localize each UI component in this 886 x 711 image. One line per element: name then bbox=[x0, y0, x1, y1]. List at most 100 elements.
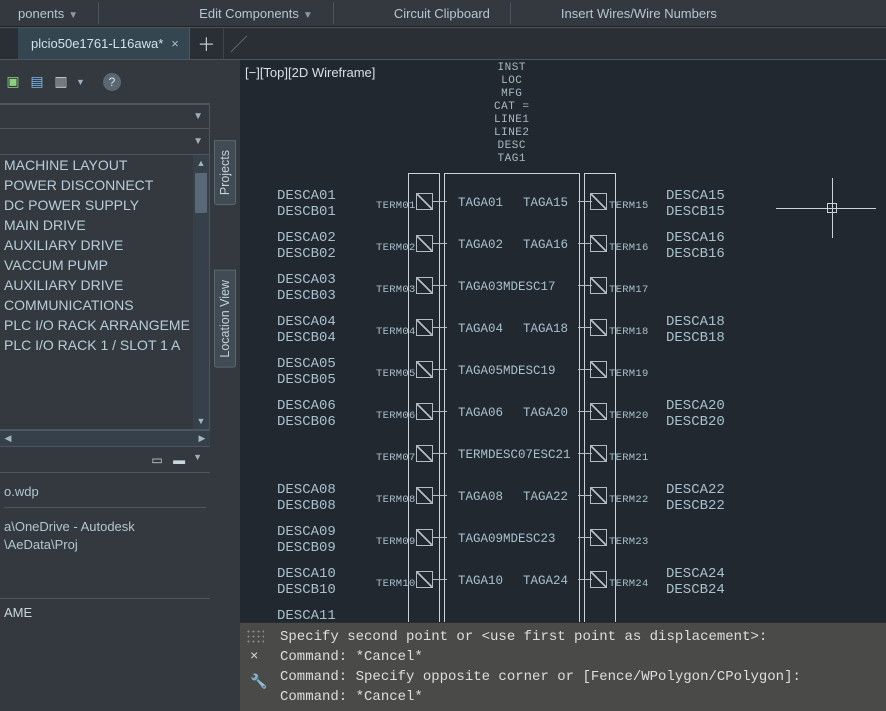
scroll-thumb[interactable] bbox=[195, 173, 207, 213]
chevron-down-icon: ▼ bbox=[303, 10, 313, 21]
scroll-left-icon[interactable]: ◀ bbox=[0, 431, 16, 446]
terminal-label-left: TERM07 bbox=[376, 452, 416, 464]
chevron-down-icon[interactable]: ▼ bbox=[193, 452, 202, 468]
tree-item[interactable]: AUXILIARY DRIVE bbox=[0, 235, 193, 255]
new-tab-button[interactable]: ＋ bbox=[190, 28, 224, 59]
chevron-down-icon[interactable]: ▼ bbox=[76, 77, 85, 87]
help-icon[interactable]: ? bbox=[103, 73, 121, 91]
tool-icon[interactable]: ▤ bbox=[28, 73, 46, 91]
ribbon-tab-components[interactable]: ponents▼ bbox=[0, 1, 96, 26]
cursor-crosshair bbox=[776, 178, 876, 238]
terminal-label-right: TERM24 bbox=[609, 578, 649, 590]
tool-icon[interactable]: ▥ bbox=[52, 73, 70, 91]
ribbon-tab-circuit-clipboard[interactable]: Circuit Clipboard bbox=[376, 1, 508, 26]
pin-line bbox=[578, 243, 592, 244]
palette-footer-toolbar: ▭ ▬ ▼ bbox=[0, 446, 210, 472]
terminal-label-left: TERM02 bbox=[376, 242, 416, 254]
file-icon[interactable]: ▭ bbox=[149, 452, 165, 468]
terminal-label-right: TERM19 bbox=[609, 368, 649, 380]
desc-right: DESCA15DESCB15 bbox=[666, 188, 725, 220]
tree-item[interactable]: MAIN DRIVE bbox=[0, 215, 193, 235]
desc-left: DESCA08DESCB08 bbox=[277, 482, 336, 514]
chevron-down-icon: ▼ bbox=[193, 136, 203, 147]
tree-item[interactable]: COMMUNICATIONS bbox=[0, 295, 193, 315]
wrench-icon[interactable]: 🔧 bbox=[250, 673, 267, 693]
pin-line bbox=[578, 327, 592, 328]
divider bbox=[333, 2, 334, 24]
project-selector[interactable]: ▼ bbox=[0, 104, 210, 129]
tag-label-right: TAGA18 bbox=[523, 322, 568, 336]
document-tab[interactable]: plcio50e1761-L16awa* × bbox=[18, 28, 190, 59]
terminal-icon bbox=[590, 235, 607, 252]
pin-line bbox=[433, 453, 447, 454]
terminal-label-right: TERM21 bbox=[609, 452, 649, 464]
tree-item[interactable]: AUXILIARY DRIVE bbox=[0, 275, 193, 295]
close-icon[interactable]: × bbox=[250, 647, 258, 667]
ribbon-tab-insert-wires[interactable]: Insert Wires/Wire Numbers bbox=[543, 1, 735, 26]
project-sub-toolbar[interactable]: ▼ bbox=[0, 129, 210, 155]
terminal-label-right: TERM22 bbox=[609, 494, 649, 506]
path-line: \AeData\Proj bbox=[4, 536, 206, 554]
document-tab-label: plcio50e1761-L16awa* bbox=[31, 36, 163, 51]
close-icon[interactable]: × bbox=[171, 36, 179, 51]
grip-icon[interactable] bbox=[246, 629, 264, 643]
command-history-line: Command: *Cancel* bbox=[280, 647, 878, 667]
pin-line bbox=[433, 495, 447, 496]
scrollbar-vertical[interactable]: ▲ ▼ bbox=[193, 155, 209, 429]
project-tree[interactable]: MACHINE LAYOUT POWER DISCONNECT DC POWER… bbox=[0, 155, 210, 430]
pin-line bbox=[433, 327, 447, 328]
scroll-up-icon[interactable]: ▲ bbox=[193, 155, 209, 171]
terminal-icon bbox=[590, 277, 607, 294]
terminal-label-left: TERM09 bbox=[376, 536, 416, 548]
tree-item[interactable]: VACCUM PUMP bbox=[0, 255, 193, 275]
desc-right: DESCA22DESCB22 bbox=[666, 482, 725, 514]
scrollbar-horizontal[interactable]: ◀ ▶ bbox=[0, 430, 210, 446]
terminal-label-left: TERM06 bbox=[376, 410, 416, 422]
document-tab-bar: plcio50e1761-L16awa* × ＋ ／ bbox=[0, 27, 886, 60]
desc-left: DESCA09DESCB09 bbox=[277, 524, 336, 556]
tag-label-right: TAGA15 bbox=[523, 196, 568, 210]
terminal-label-right: TERM16 bbox=[609, 242, 649, 254]
tree-item[interactable]: POWER DISCONNECT bbox=[0, 175, 193, 195]
terminal-icon bbox=[416, 361, 433, 378]
tree-item[interactable]: PLC I/O RACK ARRANGEME bbox=[0, 315, 193, 335]
tree-item[interactable]: MACHINE LAYOUT bbox=[0, 155, 193, 175]
desc-right: DESCA16DESCB16 bbox=[666, 230, 725, 262]
viewport-label[interactable]: [−][Top][2D Wireframe] bbox=[245, 65, 375, 80]
side-tab-location-view[interactable]: Location View bbox=[214, 270, 236, 368]
path-line: o.wdp bbox=[4, 483, 206, 501]
terminal-label-left: TERM04 bbox=[376, 326, 416, 338]
tree-item[interactable]: DC POWER SUPPLY bbox=[0, 195, 193, 215]
desc-left: DESCA01DESCB01 bbox=[277, 188, 336, 220]
terminal-label-left: TERM08 bbox=[376, 494, 416, 506]
terminal-icon bbox=[416, 277, 433, 294]
pin-line bbox=[433, 243, 447, 244]
desc-left: DESCA10DESCB10 bbox=[277, 566, 336, 598]
pin-line bbox=[578, 495, 592, 496]
tool-icon[interactable]: ▣ bbox=[4, 73, 22, 91]
terminal-label-left: TERM03 bbox=[376, 284, 416, 296]
file-icon[interactable]: ▬ bbox=[171, 452, 187, 468]
tag-label-left: TAGA10 bbox=[458, 574, 503, 588]
ribbon-tab-edit-components[interactable]: Edit Components▼ bbox=[181, 1, 331, 26]
desc-left: DESCA05DESCB05 bbox=[277, 356, 336, 388]
drawing-canvas[interactable]: [−][Top][2D Wireframe] INST LOC MFG CAT … bbox=[240, 60, 886, 711]
desc-left: DESCA03DESCB03 bbox=[277, 272, 336, 304]
scroll-right-icon[interactable]: ▶ bbox=[194, 431, 210, 446]
tag-label-left: TAGA02 bbox=[458, 238, 503, 252]
terminal-icon bbox=[416, 487, 433, 504]
tag-label-left: TAGA08 bbox=[458, 490, 503, 504]
side-tab-projects[interactable]: Projects bbox=[214, 140, 236, 205]
terminal-icon bbox=[416, 235, 433, 252]
terminal-icon bbox=[416, 403, 433, 420]
tag-label-right: TAGA24 bbox=[523, 574, 568, 588]
terminal-icon bbox=[590, 445, 607, 462]
palette-side-tabs: Projects Location View bbox=[210, 60, 240, 711]
command-history-line: Command: Specify opposite corner or [Fen… bbox=[280, 667, 878, 687]
command-line[interactable]: × 🔧 Specify second point or <use first p… bbox=[240, 622, 886, 711]
terminal-label-right: TERM15 bbox=[609, 200, 649, 212]
scroll-down-icon[interactable]: ▼ bbox=[193, 413, 209, 429]
tag-label-left: TAGA04 bbox=[458, 322, 503, 336]
tree-item[interactable]: PLC I/O RACK 1 / SLOT 1 A bbox=[0, 335, 193, 355]
pin-line bbox=[433, 579, 447, 580]
